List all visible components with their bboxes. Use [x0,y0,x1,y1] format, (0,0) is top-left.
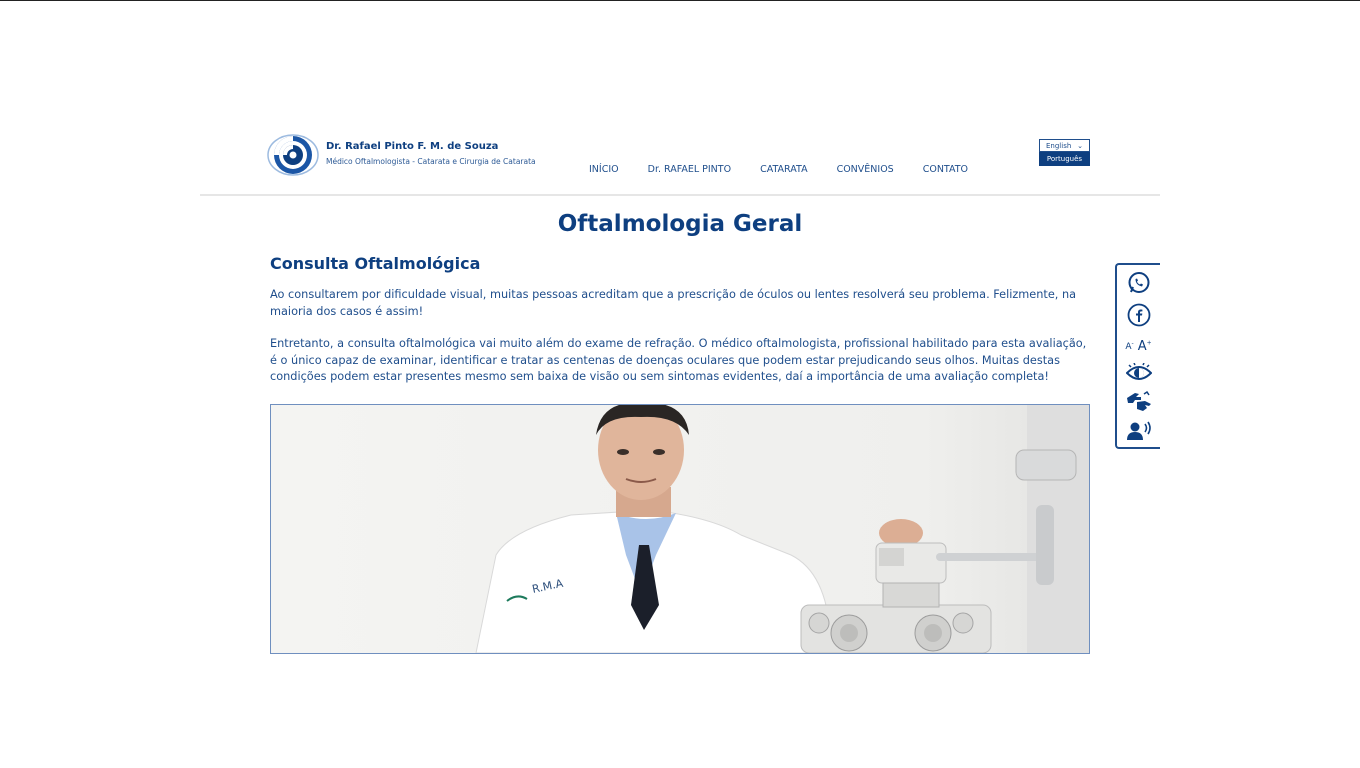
whatsapp-icon[interactable] [1117,270,1160,296]
font-increase-button[interactable]: A+ [1138,339,1152,354]
chevron-down-icon: ⌄ [1077,142,1083,150]
screen-reader-icon[interactable] [1117,419,1160,443]
top-border [0,0,1360,1]
nav-item-convenios[interactable]: CONVÊNIOS [837,164,894,175]
brand-name[interactable]: Dr. Rafael Pinto F. M. de Souza [326,141,498,152]
doctor-photo: R.M.A [270,404,1090,654]
nav-item-contato[interactable]: CONTATO [923,164,968,175]
high-contrast-icon[interactable] [1117,361,1160,385]
language-current[interactable]: English ⌄ [1039,139,1090,152]
language-current-label: English [1046,142,1072,150]
brand-subtitle: Médico Oftalmologista - Catarata e Cirur… [326,157,536,166]
font-decrease-button[interactable]: A- [1125,340,1133,352]
paragraph-details: Entretanto, a consulta oftalmológica vai… [270,337,1087,383]
font-increase-label: A [1137,338,1147,354]
nav-item-catarata[interactable]: CATARATA [760,164,808,175]
logo-icon[interactable] [267,133,319,177]
font-decrease-sup: - [1131,340,1134,347]
sign-language-icon[interactable] [1117,389,1160,413]
main-nav: INÍCIO Dr. RAFAEL PINTO CATARATA CONVÊNI… [589,164,968,175]
paragraph-intro: Ao consultarem por dificuldade visual, m… [270,288,1077,318]
section-title: Consulta Oftalmológica [270,254,481,273]
language-option-portugues[interactable]: Português [1039,152,1090,166]
nav-item-dr-rafael-pinto[interactable]: Dr. RAFAEL PINTO [648,164,731,175]
facebook-icon[interactable] [1117,302,1160,328]
site-header: Dr. Rafael Pinto F. M. de Souza Médico O… [200,120,1160,196]
font-size-controls: A- A+ [1117,335,1160,357]
page-title: Oftalmologia Geral [557,211,803,237]
accessibility-bar: A- A+ [1115,263,1160,449]
nav-item-inicio[interactable]: INÍCIO [589,164,619,175]
language-selector: English ⌄ Português [1039,139,1090,166]
font-increase-sup: + [1146,339,1152,347]
